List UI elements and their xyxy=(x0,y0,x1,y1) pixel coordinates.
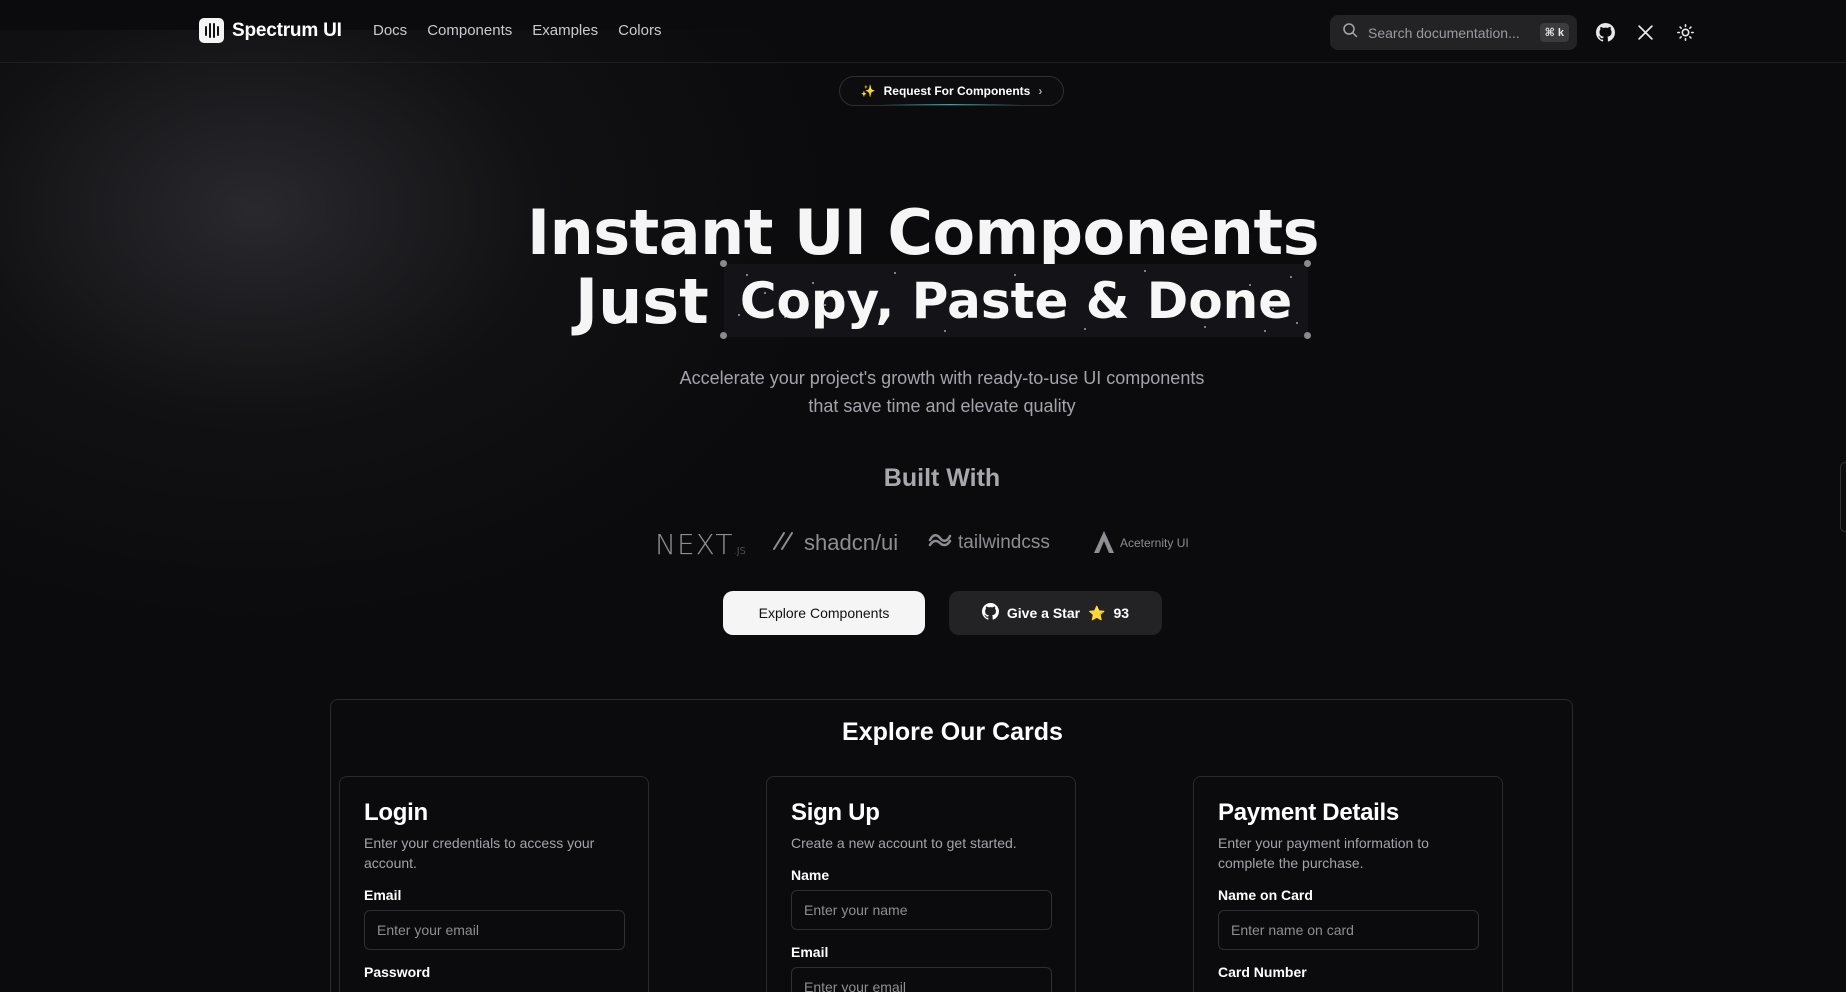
search-icon xyxy=(1342,22,1358,43)
star-icon: ⭐ xyxy=(1088,604,1106,621)
github-icon xyxy=(981,603,999,623)
shadcn-slash-icon xyxy=(770,527,796,559)
hero-headline: Instant UI Components xyxy=(527,196,1320,269)
sun-icon[interactable] xyxy=(1674,21,1696,43)
signup-card: Sign Up Create a new account to get star… xyxy=(766,776,1076,992)
explore-components-button[interactable]: Explore Components xyxy=(723,591,925,635)
aceternity-logo: Aceternity UI xyxy=(1092,528,1189,558)
x-twitter-icon[interactable] xyxy=(1634,21,1656,43)
hero-highlight-text: Copy, Paste & Done xyxy=(739,272,1293,330)
nav-link-examples[interactable]: Examples xyxy=(532,22,598,39)
email-label: Email xyxy=(364,887,402,903)
aceternity-logo-text: Aceternity UI xyxy=(1120,536,1189,550)
brand-name: Spectrum UI xyxy=(232,19,342,41)
login-card-title: Login xyxy=(364,799,428,826)
give-star-label: Give a Star xyxy=(1006,605,1081,621)
card-number-label: Card Number xyxy=(1218,964,1307,980)
search-button[interactable]: Search documentation... ⌘ k xyxy=(1330,15,1577,50)
built-with-title: Built With xyxy=(883,464,1001,492)
aceternity-a-icon xyxy=(1092,529,1116,558)
hero-subtitle-line-2: that save time and elevate quality xyxy=(808,396,1076,416)
nav-links: Docs Components Examples Colors xyxy=(373,22,661,39)
brand-logo-icon xyxy=(199,18,224,43)
hero-just-word: Just xyxy=(575,265,709,338)
name-on-card-input[interactable] xyxy=(1218,910,1479,950)
sparkles-icon: ✨ xyxy=(860,84,876,98)
github-icon[interactable] xyxy=(1594,21,1616,43)
request-components-pill[interactable]: ✨ Request For Components › xyxy=(839,76,1064,106)
search-shortcut-badge: ⌘ k xyxy=(1539,23,1569,42)
name-label: Name xyxy=(791,867,830,883)
search-placeholder: Search documentation... xyxy=(1368,24,1520,41)
star-count: 93 xyxy=(1113,605,1130,621)
login-card-description: Enter your credentials to access your ac… xyxy=(364,835,595,871)
brand[interactable]: Spectrum UI xyxy=(199,18,342,43)
signup-email-input[interactable] xyxy=(791,967,1052,992)
give-star-button[interactable]: Give a Star ⭐ 93 xyxy=(949,591,1162,635)
nextjs-logo-suffix: .JS xyxy=(733,546,746,557)
shadcn-logo-text: shadcn/ui xyxy=(804,530,899,555)
nav-link-components[interactable]: Components xyxy=(427,22,512,39)
tailwind-logo-text: tailwindcss xyxy=(958,532,1050,553)
hero-subtitle: Accelerate your project's growth with re… xyxy=(0,364,1846,420)
payment-card: Payment Details Enter your payment infor… xyxy=(1193,776,1503,992)
handle-top-left xyxy=(720,260,727,267)
payment-card-title: Payment Details xyxy=(1218,799,1399,826)
tailwind-logo: tailwindcss xyxy=(928,528,1050,558)
handle-bottom-left xyxy=(720,332,727,339)
login-email-input[interactable] xyxy=(364,910,625,950)
chevron-right-icon: › xyxy=(1038,84,1043,98)
nav-link-docs[interactable]: Docs xyxy=(373,22,407,39)
nextjs-logo-text: NEXT xyxy=(655,528,734,561)
side-scroll-handle[interactable] xyxy=(1840,462,1846,532)
handle-top-right xyxy=(1304,260,1311,267)
tailwind-wave-icon xyxy=(928,532,952,554)
login-card: Login Enter your credentials to access y… xyxy=(339,776,649,992)
explore-cards-section: Explore Our Cards Login Enter your crede… xyxy=(330,699,1573,992)
email-label: Email xyxy=(791,944,829,960)
password-label: Password xyxy=(364,964,431,980)
signup-card-description: Create a new account to get started. xyxy=(791,835,1017,851)
signup-card-title: Sign Up xyxy=(791,799,880,826)
pill-label: Request For Components xyxy=(883,84,1031,98)
name-on-card-label: Name on Card xyxy=(1218,887,1313,903)
nav-link-colors[interactable]: Colors xyxy=(618,22,661,39)
section-title: Explore Our Cards xyxy=(842,718,1063,746)
shadcn-logo: shadcn/ui xyxy=(770,528,898,558)
handle-bottom-right xyxy=(1304,332,1311,339)
nextjs-logo: NEXT.JS xyxy=(655,528,746,561)
pill-underline xyxy=(880,104,1020,105)
payment-card-description: Enter your payment information to comple… xyxy=(1218,835,1429,871)
hero-subtitle-line-1: Accelerate your project's growth with re… xyxy=(679,368,1205,388)
top-navbar: Spectrum UI Docs Components Examples Col… xyxy=(0,0,1846,63)
signup-name-input[interactable] xyxy=(791,890,1052,930)
